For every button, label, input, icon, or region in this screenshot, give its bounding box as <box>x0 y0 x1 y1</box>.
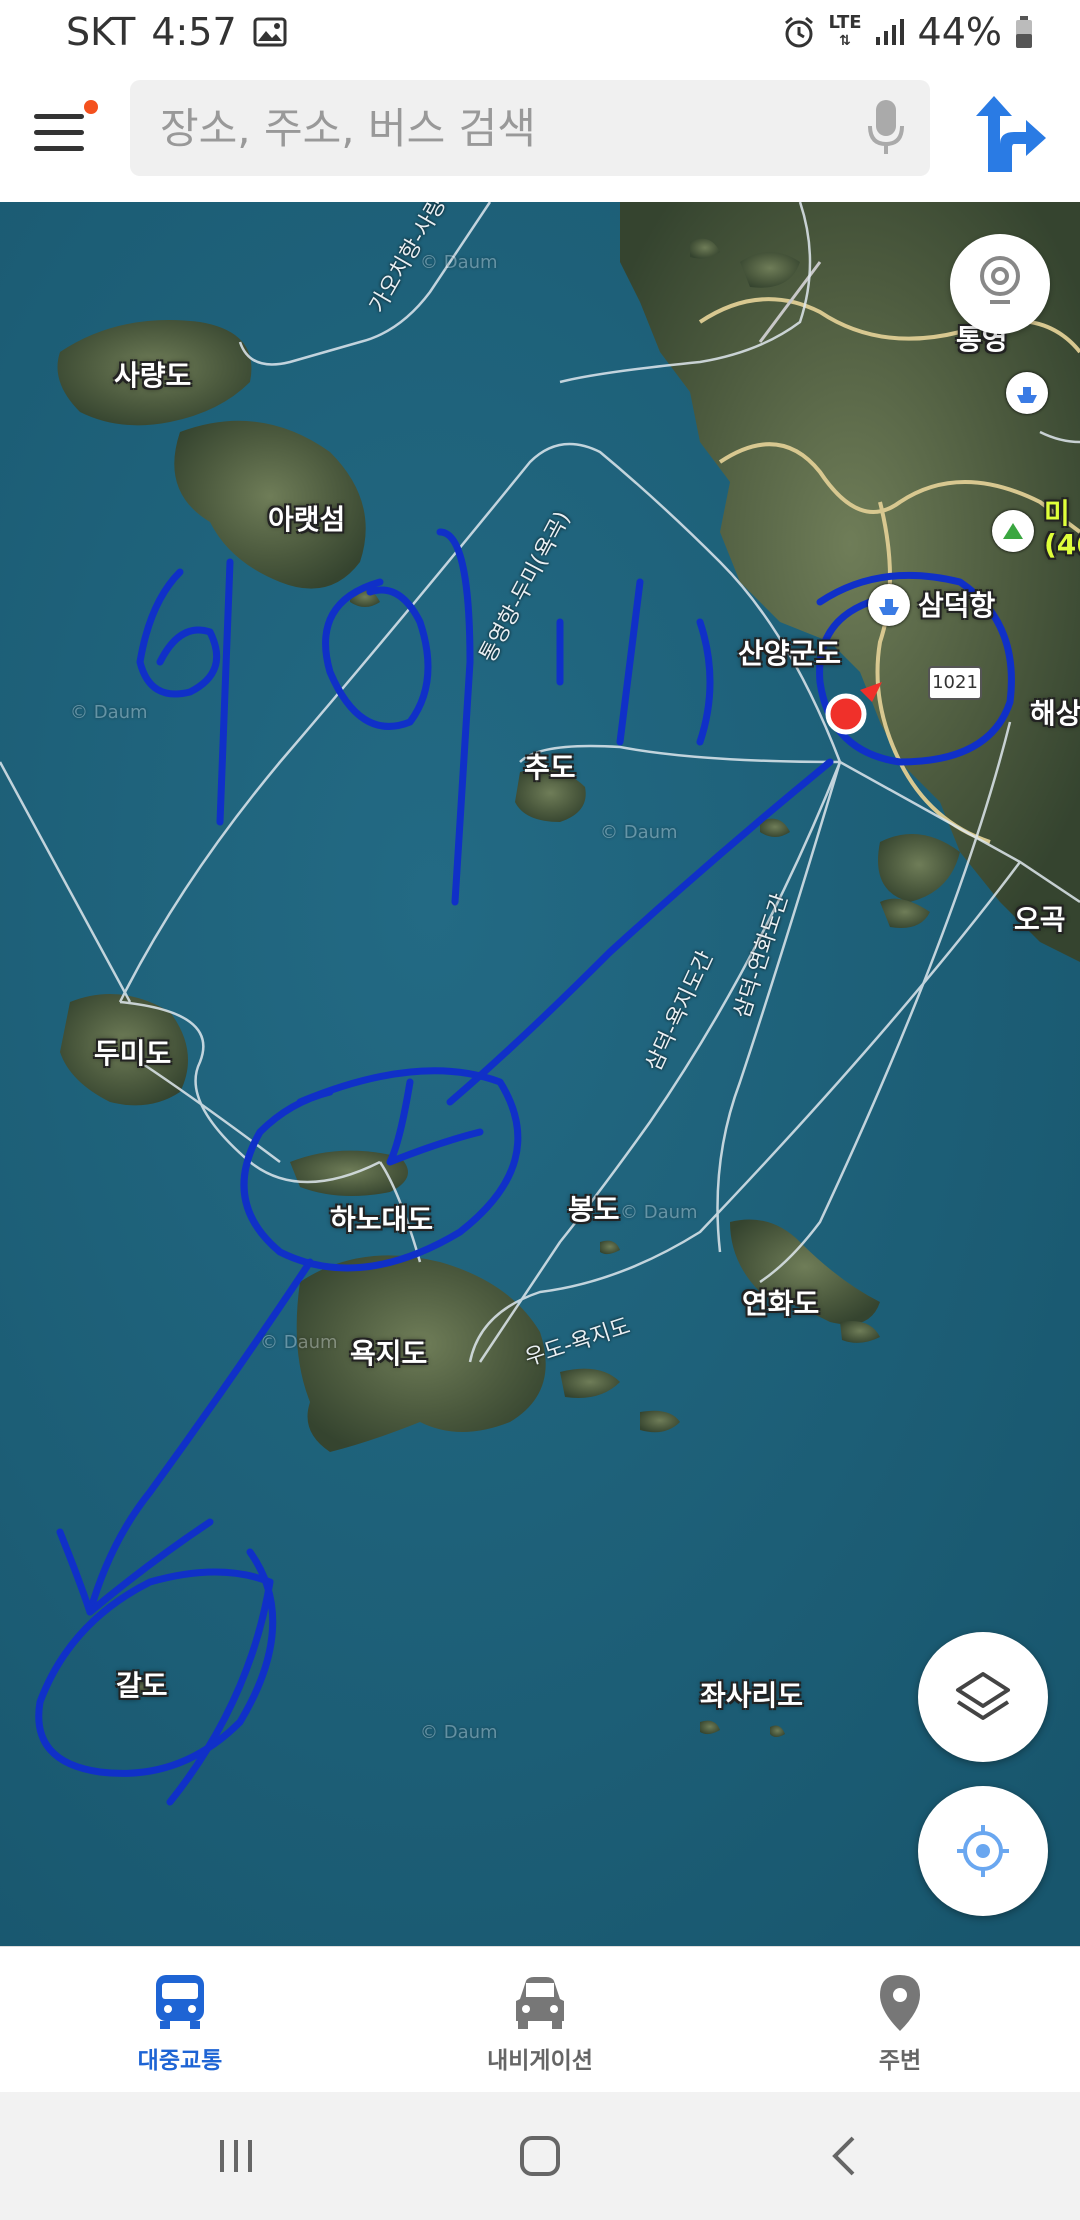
home-icon <box>520 2136 560 2176</box>
system-navigation-bar <box>0 2092 1080 2220</box>
label-galdo[interactable]: 갈도 <box>116 1664 168 1704</box>
battery-text: 44% <box>917 10 1002 54</box>
mountain-icon <box>1003 523 1023 539</box>
directions-icon[interactable] <box>968 92 1048 176</box>
alarm-icon <box>785 16 814 48</box>
label-haesan[interactable]: 해상 <box>1030 692 1080 732</box>
streetview-icon <box>980 256 1020 304</box>
current-location-dot <box>825 693 867 735</box>
watermark: © Daum <box>420 1722 498 1743</box>
notification-dot <box>84 100 98 114</box>
label-saryangdo[interactable]: 사량도 <box>114 354 191 394</box>
tab-transit[interactable]: 대중교통 <box>30 1947 330 2093</box>
layers-icon <box>956 1672 1010 1720</box>
watermark: © Daum <box>70 702 148 723</box>
search-header <box>0 64 1080 203</box>
label-mi-partial-num: (46 <box>1044 528 1080 561</box>
label-hanodaedo[interactable]: 하노대도 <box>330 1198 433 1238</box>
lte-indicator: LTE ⇅ <box>828 12 862 50</box>
label-yeonhwado[interactable]: 연화도 <box>742 1282 819 1322</box>
image-notification-icon <box>253 17 287 47</box>
bottom-navigation: 대중교통 내비게이션 주변 <box>0 1946 1080 2093</box>
microphone-icon[interactable] <box>866 98 906 158</box>
watermark: © Daum <box>420 252 498 273</box>
carrier-text: SKT <box>66 10 136 54</box>
label-jwasarido[interactable]: 좌사리도 <box>700 1674 803 1714</box>
watermark: © Daum <box>260 1332 338 1353</box>
car-icon <box>516 1977 564 2029</box>
my-location-button[interactable] <box>918 1786 1048 1916</box>
label-mi-partial: 미 <box>1044 497 1070 530</box>
ship-icon <box>879 599 899 615</box>
recent-apps-icon <box>220 2140 252 2172</box>
label-chudo[interactable]: 추도 <box>524 746 576 786</box>
tab-nearby[interactable]: 주변 <box>750 1947 1050 2093</box>
location-pin-icon <box>880 1975 920 2031</box>
label-samdeok[interactable]: 삼덕항 <box>918 584 995 624</box>
back-icon <box>832 2136 855 2176</box>
back-button[interactable] <box>804 2124 884 2188</box>
clock-text: 4:57 <box>151 10 237 54</box>
label-sanyangundo[interactable]: 산양군도 <box>738 632 841 672</box>
tab-nearby-label: 주변 <box>878 2048 922 2074</box>
mountain-poi-icon[interactable] <box>992 510 1034 552</box>
battery-icon <box>1016 16 1032 48</box>
watermark: © Daum <box>600 822 678 843</box>
status-bar: SKT 4:57 LTE ⇅ 44% <box>0 0 1080 64</box>
search-box[interactable] <box>130 80 930 178</box>
label-bongdo[interactable]: 봉도 <box>568 1188 620 1228</box>
road-number-badge: 1021 <box>928 666 982 700</box>
ship-icon <box>1017 387 1037 403</box>
label-dumido[interactable]: 두미도 <box>94 1032 171 1072</box>
search-input[interactable] <box>158 80 842 178</box>
streetview-button[interactable] <box>950 234 1050 334</box>
lte-text: LTE <box>828 12 862 33</box>
map-view[interactable]: 1021 사량도 아랫섬 추도 두미도 하노대도 봉도 욕지도 연화도 갈도 좌… <box>0 202 1080 1946</box>
label-araeseom[interactable]: 아랫섬 <box>268 498 345 538</box>
tab-navigation-label: 내비게이션 <box>487 2048 593 2074</box>
label-ogok[interactable]: 오곡 <box>1014 898 1066 938</box>
map-layers-button[interactable] <box>918 1632 1048 1762</box>
port-poi-icon-tongyeong[interactable] <box>1006 372 1048 414</box>
home-button[interactable] <box>500 2124 580 2188</box>
bus-icon <box>156 1975 204 2029</box>
tab-navigation[interactable]: 내비게이션 <box>390 1947 690 2093</box>
menu-button[interactable] <box>30 100 98 162</box>
tab-transit-label: 대중교통 <box>137 2048 223 2074</box>
label-yokjido[interactable]: 욕지도 <box>350 1332 427 1372</box>
recent-apps-button[interactable] <box>196 2124 276 2188</box>
crosshair-icon <box>957 1825 1009 1877</box>
signal-icon <box>875 19 904 45</box>
port-poi-icon[interactable] <box>868 584 910 626</box>
watermark: © Daum <box>620 1202 698 1223</box>
